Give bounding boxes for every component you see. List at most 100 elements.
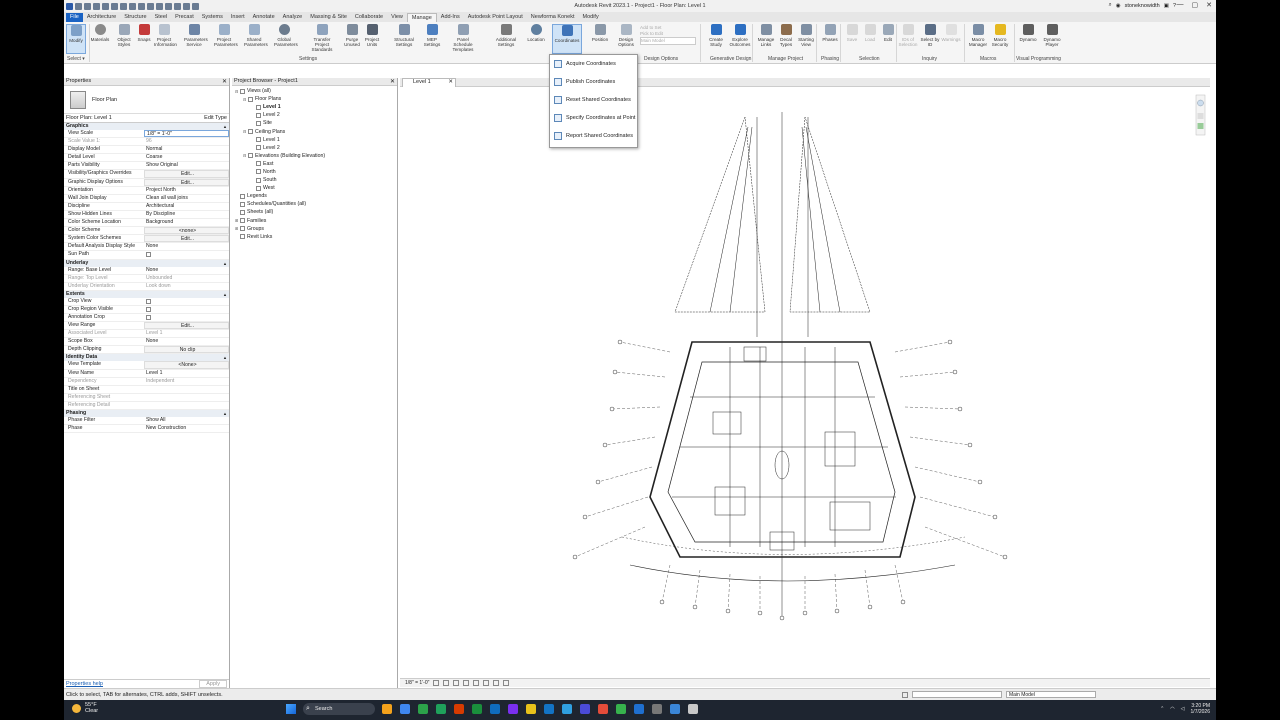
speaker-icon[interactable]: ◁ <box>1181 706 1185 712</box>
project-units-button[interactable]: Project Units <box>362 24 382 54</box>
properties-help-link[interactable]: Properties help <box>66 681 103 687</box>
browser-item[interactable]: Level 2 <box>232 144 397 152</box>
app-icon[interactable] <box>526 704 536 714</box>
chevron-up-icon[interactable]: ⌃ <box>1160 706 1164 712</box>
location-button[interactable]: Location <box>526 24 546 54</box>
menu-item-specify-coordinates[interactable]: Specify Coordinates at Point <box>550 109 637 127</box>
property-value[interactable]: Background <box>144 219 229 226</box>
property-value[interactable] <box>144 314 229 321</box>
property-value[interactable] <box>144 402 229 409</box>
property-value[interactable]: 96 <box>144 138 229 145</box>
menu-item-reset-shared-coordinates[interactable]: Reset Shared Coordinates <box>550 91 637 109</box>
tab-steel[interactable]: Steel <box>151 13 172 22</box>
property-value[interactable]: Edit... <box>144 235 229 243</box>
property-value[interactable] <box>144 298 229 305</box>
property-value[interactable]: <none> <box>144 227 229 235</box>
property-value[interactable]: Edit... <box>144 170 229 178</box>
app-icon[interactable] <box>634 704 644 714</box>
cart-icon[interactable]: ▣ <box>1164 3 1169 9</box>
property-value[interactable]: Edit... <box>144 322 229 330</box>
app-icon[interactable] <box>562 704 572 714</box>
property-value[interactable] <box>144 306 229 313</box>
design-options-button[interactable]: Design Options <box>616 24 636 54</box>
browser-item[interactable]: Sheets (all) <box>232 208 397 216</box>
app-icon[interactable] <box>670 704 680 714</box>
macro-manager-button[interactable]: Macro Manager <box>968 24 988 54</box>
panel-label-select[interactable]: Select ▾ <box>67 56 85 62</box>
property-value[interactable] <box>144 251 229 258</box>
tab-systems[interactable]: Systems <box>198 13 227 22</box>
browser-item[interactable]: Level 2 <box>232 111 397 119</box>
panel-schedule-templates-button[interactable]: Panel Schedule Templates <box>450 24 476 54</box>
tab-massing-site[interactable]: Massing & Site <box>306 13 351 22</box>
property-value[interactable]: Edit... <box>144 178 229 186</box>
menu-item-acquire-coordinates[interactable]: Acquire Coordinates <box>550 55 637 73</box>
property-value[interactable] <box>144 394 229 401</box>
search-icon[interactable]: ⌕ <box>1109 2 1112 9</box>
browser-item[interactable]: East <box>232 160 397 168</box>
save-selection-button[interactable]: Save <box>842 24 862 54</box>
app-icon[interactable] <box>418 704 428 714</box>
tab-add-ins[interactable]: Add-Ins <box>437 13 464 22</box>
dynamo-button[interactable]: Dynamo <box>1018 24 1038 54</box>
sun-path-icon[interactable] <box>453 680 460 686</box>
maximize-button[interactable]: ▢ <box>1192 1 1199 9</box>
tab-architecture[interactable]: Architecture <box>83 13 120 22</box>
property-value[interactable]: Level 1 <box>144 370 229 377</box>
instance-filter[interactable]: Floor Plan: Level 1 <box>66 115 112 121</box>
design-option-select[interactable]: Main Model <box>640 37 696 45</box>
property-value[interactable]: Architectural <box>144 203 229 210</box>
browser-item[interactable]: Level 1 <box>232 103 397 111</box>
property-group-header[interactable]: Underlay <box>64 259 229 267</box>
checkbox[interactable] <box>146 314 151 320</box>
app-icon[interactable] <box>652 704 662 714</box>
app-icon[interactable] <box>508 704 518 714</box>
tab-view[interactable]: View <box>387 13 407 22</box>
close-icon[interactable]: ✕ <box>448 79 453 85</box>
browser-item[interactable]: ⊟ Elevations (Building Elevation) <box>232 152 397 160</box>
global-parameters-button[interactable]: Global Parameters <box>274 24 298 54</box>
crop-view-icon[interactable] <box>473 680 480 686</box>
temporary-hide-icon[interactable] <box>493 680 500 686</box>
browser-item[interactable]: ⊟ Floor Plans <box>232 95 397 103</box>
tab-collaborate[interactable]: Collaborate <box>351 13 387 22</box>
parameters-service-button[interactable]: Parameters Service <box>184 24 208 54</box>
tab-newforma[interactable]: Newforma Konekt <box>527 13 579 22</box>
close-icon[interactable]: ✕ <box>390 78 395 85</box>
close-icon[interactable]: ✕ <box>222 78 227 85</box>
property-value[interactable] <box>144 386 229 393</box>
browser-item[interactable]: Site <box>232 119 397 127</box>
minimize-button[interactable]: — <box>1177 1 1184 9</box>
macro-security-button[interactable]: Macro Security <box>990 24 1010 54</box>
app-icon[interactable] <box>382 704 392 714</box>
browser-item[interactable]: Legends <box>232 192 397 200</box>
snaps-button[interactable]: Snaps <box>134 24 154 54</box>
property-value[interactable]: Look down <box>144 283 229 290</box>
browser-item[interactable]: ⊟ Views (all) <box>232 87 397 95</box>
property-value[interactable]: Clean all wall joins <box>144 195 229 202</box>
select-by-id-button[interactable]: Select by ID <box>920 24 940 54</box>
explore-outcomes-button[interactable]: Explore Outcomes <box>728 24 752 54</box>
tab-point-layout[interactable]: Autodesk Point Layout <box>464 13 527 22</box>
property-value[interactable]: Show All <box>144 417 229 424</box>
property-value[interactable]: None <box>144 338 229 345</box>
weather-widget[interactable]: 55°F Clear <box>72 702 98 714</box>
browser-item[interactable]: ⊞ Families <box>232 217 397 225</box>
property-value[interactable]: None <box>144 243 229 250</box>
ids-of-selection-button[interactable]: IDs of Selection <box>898 24 918 54</box>
starting-view-button[interactable]: Starting View <box>796 24 816 54</box>
checkbox[interactable] <box>146 298 151 304</box>
browser-item[interactable]: West <box>232 184 397 192</box>
property-value[interactable]: New Construction <box>144 425 229 432</box>
shared-parameters-button[interactable]: Shared Parameters <box>244 24 268 54</box>
additional-settings-button[interactable]: Additional Settings <box>494 24 518 54</box>
user-icon[interactable]: ◉ <box>1116 3 1121 9</box>
type-selector[interactable]: Floor Plan <box>64 86 229 114</box>
phases-button[interactable]: Phases <box>820 24 840 54</box>
apply-button[interactable]: Apply <box>199 680 227 688</box>
drawing-canvas[interactable] <box>400 87 1210 677</box>
manage-links-button[interactable]: Manage Links <box>756 24 776 54</box>
app-icon[interactable] <box>472 704 482 714</box>
detail-level-icon[interactable] <box>433 680 440 686</box>
browser-item[interactable]: Level 1 <box>232 136 397 144</box>
